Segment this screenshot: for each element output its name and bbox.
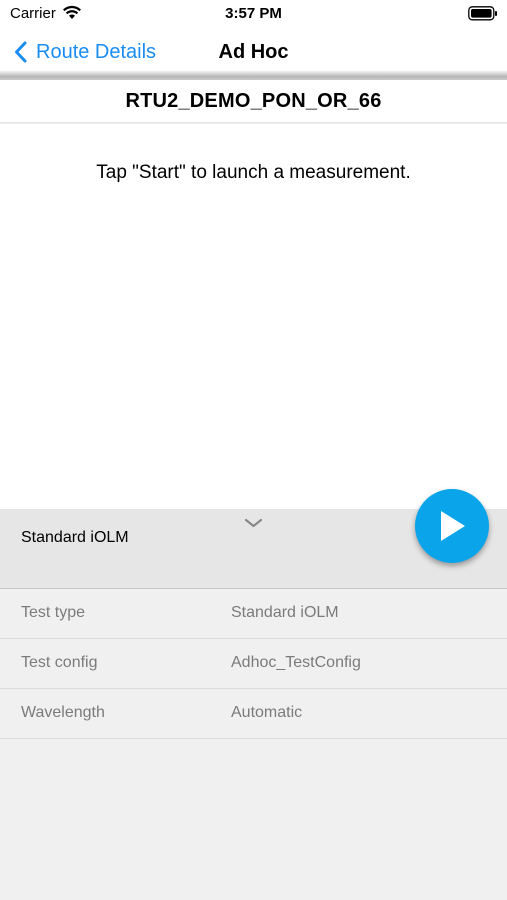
page-title: Ad Hoc (218, 41, 289, 63)
test-details-list: Test type Standard iOLM Test config Adho… (0, 589, 507, 739)
detail-label: Test type (21, 604, 86, 621)
route-header: RTU2_DEMO_PON_OR_66 (0, 80, 507, 123)
play-icon (441, 511, 465, 541)
detail-value: Adhoc_TestConfig (231, 654, 361, 671)
battery-icon (468, 6, 498, 26)
detail-row-wavelength: Wavelength Automatic (0, 689, 507, 739)
status-time: 3:57 PM (225, 5, 282, 22)
detail-label: Wavelength (21, 704, 105, 721)
measurement-area: Tap "Start" to launch a measurement. (0, 124, 507, 509)
route-name: RTU2_DEMO_PON_OR_66 (125, 89, 382, 112)
status-bar: Carrier 3:57 PM (0, 0, 507, 28)
detail-row-test-config: Test config Adhoc_TestConfig (0, 639, 507, 689)
detail-row-test-type: Test type Standard iOLM (0, 589, 507, 639)
selected-test-label: Standard iOLM (21, 529, 129, 546)
navigation-bar: Route Details Ad Hoc (0, 28, 507, 75)
detail-value: Automatic (231, 704, 303, 721)
instruction-text: Tap "Start" to launch a measurement. (96, 162, 411, 183)
chevron-down-icon[interactable] (244, 515, 263, 533)
detail-label: Test config (21, 654, 98, 671)
start-button[interactable] (415, 489, 489, 563)
detail-value: Standard iOLM (231, 604, 339, 621)
